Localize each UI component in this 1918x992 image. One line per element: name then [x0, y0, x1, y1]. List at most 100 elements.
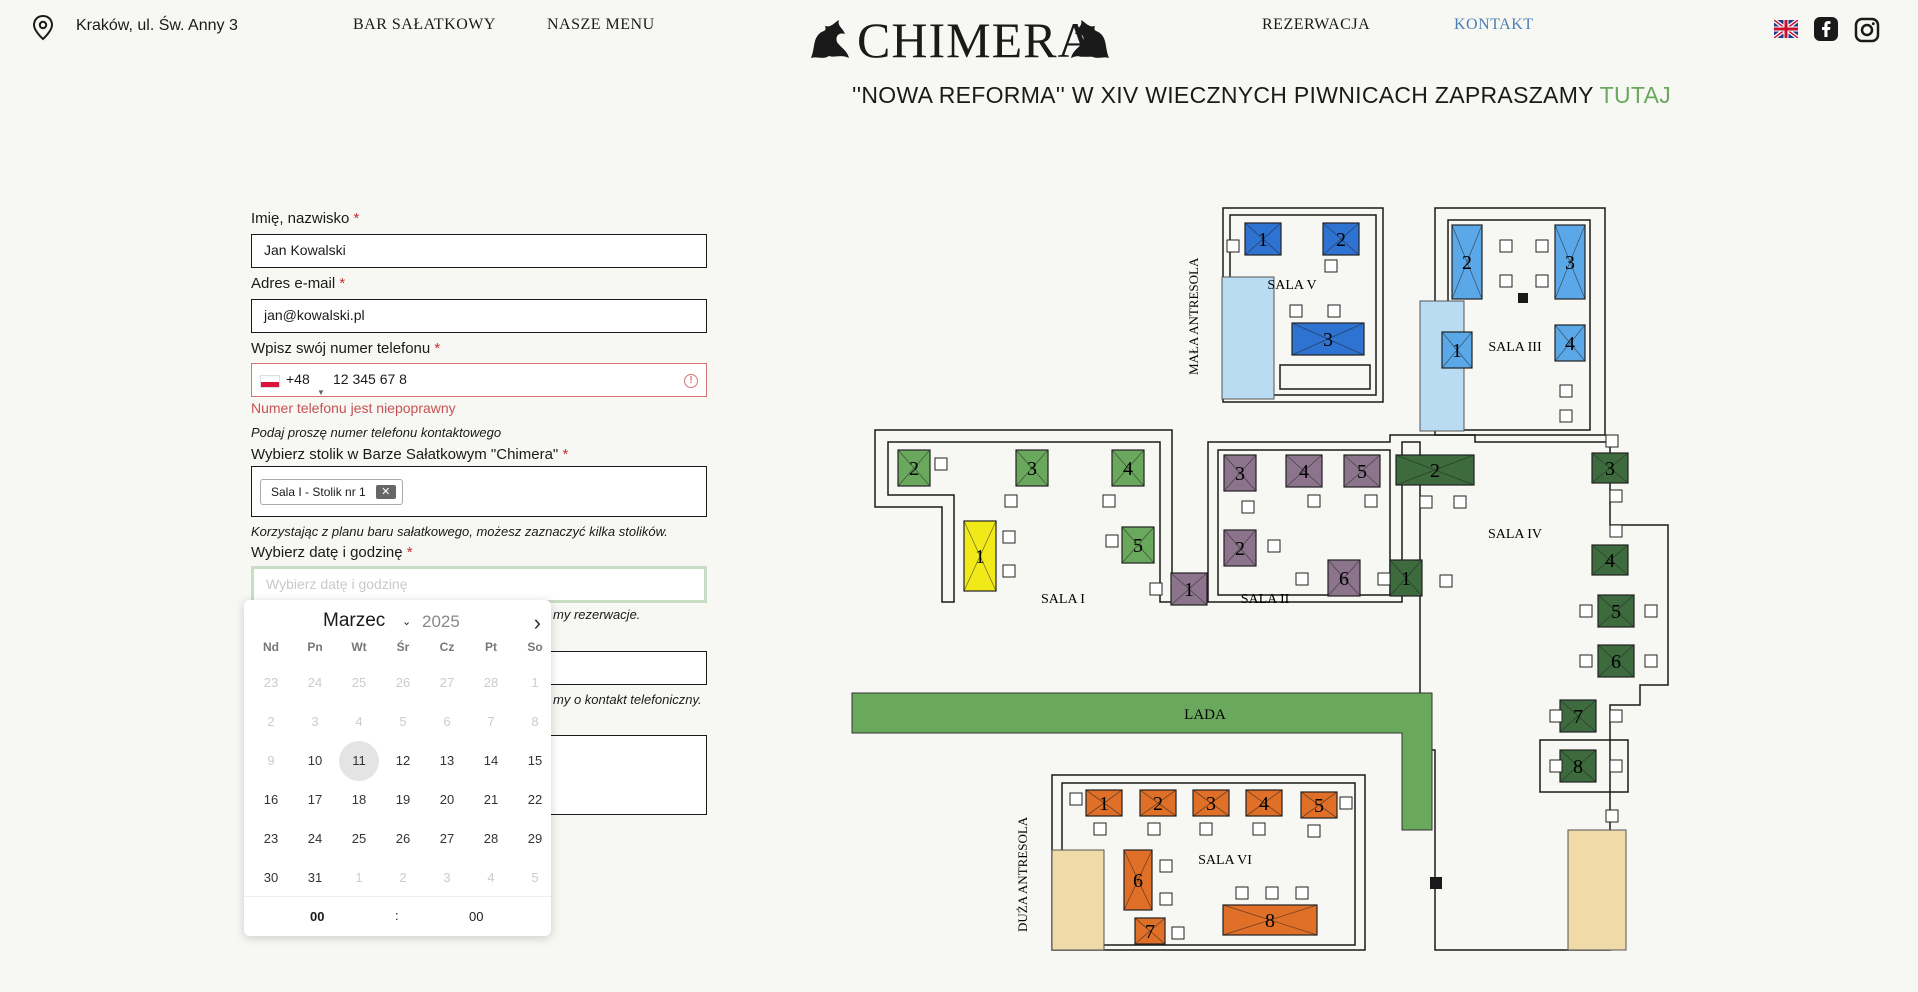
next-month-icon[interactable]: › [534, 610, 541, 636]
calendar-day[interactable]: 23 [251, 819, 291, 859]
calendar-day[interactable]: 12 [383, 741, 423, 781]
table-hint: Korzystając z planu baru sałatkowego, mo… [251, 524, 668, 539]
table-sala-1-3[interactable]: 3 [1015, 449, 1049, 487]
nav-kontakt[interactable]: KONTAKT [1454, 16, 1534, 34]
promo-link[interactable]: TUTAJ [1600, 82, 1671, 108]
table-select[interactable]: Sala I - Stolik nr 1 ✕ [251, 466, 707, 517]
nav-nasze-menu[interactable]: NASZE MENU [547, 16, 655, 34]
calendar-day[interactable]: 30 [251, 858, 291, 898]
table-sala-6-5[interactable]: 5 [1300, 791, 1338, 819]
calendar-day[interactable]: 17 [295, 780, 335, 820]
name-field[interactable]: Jan Kowalski [251, 234, 707, 268]
table-sala-6-6[interactable]: 6 [1123, 849, 1153, 911]
table-number: 1 [1452, 340, 1462, 362]
weekday-header: Cz [439, 640, 455, 654]
table-number: 3 [1027, 458, 1037, 480]
calendar-day[interactable]: 27 [427, 819, 467, 859]
calendar-day[interactable]: 15 [515, 741, 555, 781]
table-sala-4-1[interactable]: 1 [1389, 559, 1423, 597]
calendar-day[interactable]: 11 [339, 741, 379, 781]
chair [1295, 886, 1309, 900]
table-number: 6 [1611, 651, 1621, 673]
calendar-day: 28 [483, 675, 499, 690]
table-sala-1-4[interactable]: 4 [1111, 449, 1145, 487]
calendar-day[interactable]: 21 [471, 780, 511, 820]
table-sala-3-2[interactable]: 2 [1451, 224, 1483, 300]
chair [1609, 489, 1623, 503]
phone-hint: Podaj proszę numer telefonu kontaktowego [251, 425, 502, 440]
table-sala-5-3[interactable]: 3 [1291, 322, 1365, 356]
hour-input[interactable]: 00 [310, 909, 324, 924]
table-sala-5-2[interactable]: 2 [1322, 222, 1360, 256]
calendar-day[interactable]: 19 [383, 780, 423, 820]
nav-bar-salatkowy[interactable]: BAR SAŁATKOWY [353, 16, 496, 34]
facebook-icon[interactable] [1814, 17, 1838, 41]
calendar-day[interactable]: 31 [295, 858, 335, 898]
table-sala-5-1[interactable]: 1 [1244, 222, 1282, 256]
calendar-day[interactable]: 26 [383, 819, 423, 859]
phone-number-value[interactable]: 12 345 67 8 [333, 364, 407, 395]
chair [1339, 796, 1353, 810]
table-sala-3-1[interactable]: 1 [1441, 331, 1473, 369]
chair [1241, 500, 1255, 514]
table-number: 4 [1605, 550, 1615, 572]
uk-flag-icon[interactable] [1774, 20, 1798, 38]
calendar-day: 1 [531, 675, 539, 690]
logo[interactable]: CHIMERA [805, 12, 1115, 68]
table-sala-2-5[interactable]: 5 [1343, 454, 1381, 488]
table-sala-1-2[interactable]: 2 [897, 449, 931, 487]
table-sala-2-2[interactable]: 2 [1223, 529, 1257, 567]
weekday-header: Pt [485, 640, 497, 654]
calendar-day[interactable]: 25 [339, 819, 379, 859]
table-sala-4-7[interactable]: 7 [1559, 699, 1597, 733]
phone-field[interactable]: +48 ▼ 12 345 67 8 ! [251, 363, 707, 397]
country-code[interactable]: +48 [286, 364, 310, 395]
table-sala-1-1[interactable]: 1 [963, 520, 997, 592]
room-label-sala-4: SALA IV [1488, 527, 1542, 542]
table-sala-4-6[interactable]: 6 [1597, 644, 1635, 678]
month-chevron-icon[interactable]: ⌄ [402, 615, 411, 628]
nav-rezerwacja[interactable]: REZERWACJA [1262, 16, 1370, 34]
table-sala-6-7[interactable]: 7 [1134, 917, 1166, 945]
calendar-day[interactable]: 29 [515, 819, 555, 859]
calendar-day: 5 [399, 714, 407, 729]
calendar-day[interactable]: 18 [339, 780, 379, 820]
calendar-day[interactable]: 24 [295, 819, 335, 859]
month-select[interactable]: Marzec [323, 610, 385, 632]
poland-flag-icon[interactable] [260, 375, 280, 388]
calendar-day[interactable]: 22 [515, 780, 555, 820]
calendar-day[interactable]: 13 [427, 741, 467, 781]
date-field[interactable]: Wybierz datę i godzinę [251, 566, 707, 603]
table-sala-6-2[interactable]: 2 [1139, 789, 1177, 817]
calendar-day[interactable]: 10 [295, 741, 335, 781]
table-sala-4-3[interactable]: 3 [1591, 452, 1629, 484]
email-label: Adres e-mail * [251, 275, 346, 292]
table-sala-4-2[interactable]: 2 [1395, 454, 1475, 486]
table-number: 4 [1299, 461, 1309, 483]
calendar-day[interactable]: 16 [251, 780, 291, 820]
table-sala-6-8[interactable]: 8 [1222, 904, 1318, 936]
email-field[interactable]: jan@kowalski.pl [251, 299, 707, 333]
instagram-icon[interactable] [1854, 17, 1880, 43]
year-input[interactable]: 2025 [422, 612, 460, 632]
table-sala-4-8[interactable]: 8 [1559, 749, 1597, 783]
table-sala-2-3[interactable]: 3 [1223, 454, 1257, 492]
table-sala-3-4[interactable]: 4 [1554, 324, 1586, 362]
chair [1579, 654, 1593, 668]
table-sala-1-5[interactable]: 5 [1121, 526, 1155, 564]
calendar-day[interactable]: 14 [471, 741, 511, 781]
calendar-day[interactable]: 20 [427, 780, 467, 820]
table-sala-4-5[interactable]: 5 [1597, 594, 1635, 628]
weekday-header: Wt [351, 640, 367, 654]
table-sala-3-3[interactable]: 3 [1554, 224, 1586, 300]
table-sala-2-6[interactable]: 6 [1327, 559, 1361, 597]
table-sala-2-4[interactable]: 4 [1285, 454, 1323, 488]
minute-input[interactable]: 00 [469, 909, 483, 924]
table-sala-6-3[interactable]: 3 [1192, 789, 1230, 817]
table-sala-6-1[interactable]: 1 [1085, 789, 1123, 817]
table-sala-4-4[interactable]: 4 [1591, 544, 1629, 576]
table-sala-2-1[interactable]: 1 [1170, 572, 1208, 606]
remove-tag-icon[interactable]: ✕ [375, 485, 396, 499]
table-sala-6-4[interactable]: 4 [1245, 789, 1283, 817]
calendar-day[interactable]: 28 [471, 819, 511, 859]
